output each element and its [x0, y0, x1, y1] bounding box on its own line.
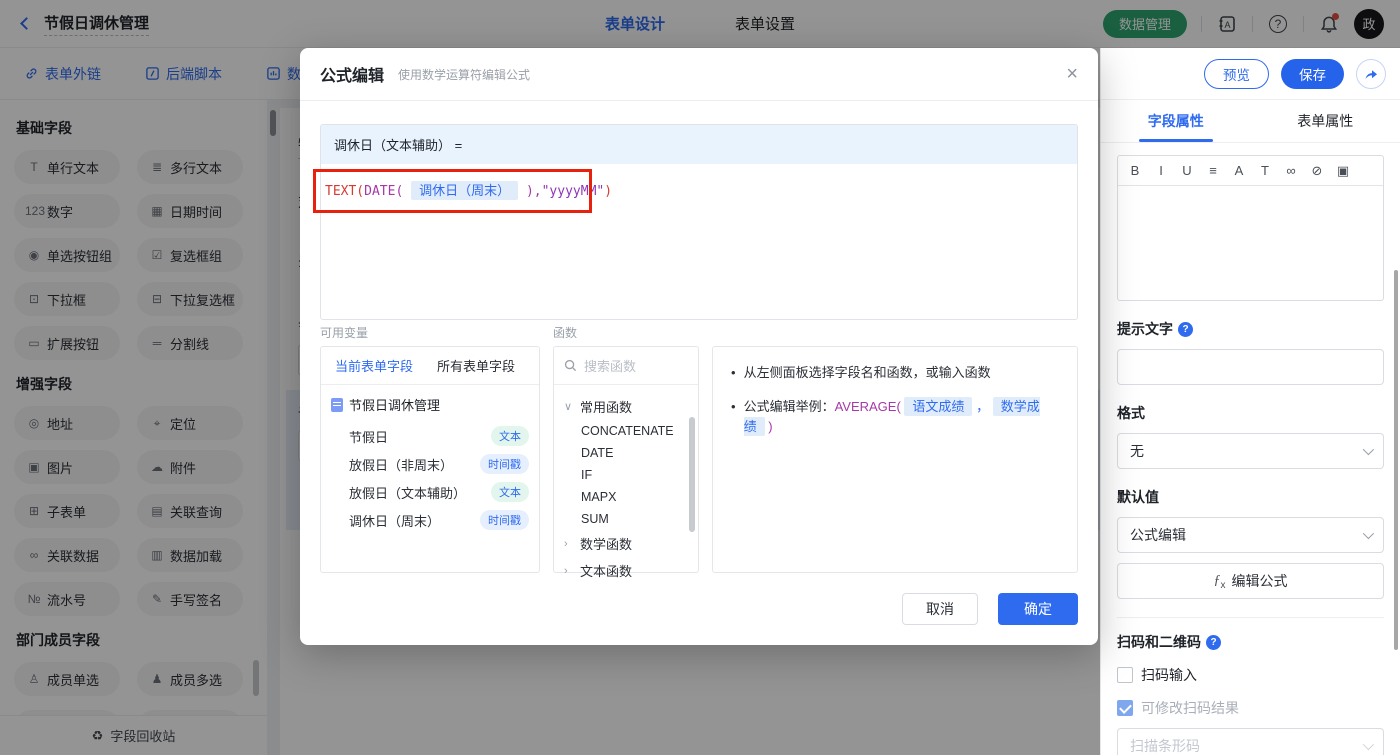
chevron-collapsed-icon: › [564, 564, 568, 577]
rich-toolbar-icon[interactable]: ▣ [1330, 163, 1356, 179]
function-item[interactable]: DATE [564, 442, 698, 464]
field-type-badge: 文本 [491, 426, 529, 446]
function-item[interactable]: SUM [564, 508, 698, 530]
variables-label: 可用变量 [320, 326, 369, 340]
default-value-select[interactable]: 公式编辑 [1117, 517, 1384, 553]
chevron-collapsed-icon: › [564, 537, 568, 550]
formula-expression[interactable]: TEXT(DATE( 调休日（周末） ),"yyyyMM") [325, 180, 612, 200]
hint-text-input[interactable] [1117, 349, 1384, 385]
variables-panel: 当前表单字段 所有表单字段 节假日调休管理 节假日 文本 放假日（非周末） 时间… [320, 346, 540, 573]
rich-toolbar-icon[interactable]: T [1252, 163, 1278, 178]
fx-icon: ƒx [1213, 573, 1226, 591]
formula-editor-modal: 公式编辑 使用数学运算符编辑公式 × 调休日（文本辅助） = TEXT(DATE… [300, 48, 1098, 645]
checkbox-icon [1117, 667, 1133, 683]
properties-tabs: 字段属性 表单属性 [1101, 100, 1400, 143]
form-doc-icon [331, 397, 343, 412]
function-item[interactable]: MAPX [564, 486, 698, 508]
barcode-select[interactable]: 扫描条形码 [1117, 728, 1384, 755]
function-group-math[interactable]: › 数学函数 [564, 530, 698, 557]
formula-editor[interactable]: 调休日（文本辅助） = [320, 124, 1078, 320]
modal-subtitle: 使用数学运算符编辑公式 [398, 67, 531, 82]
field-chip[interactable]: 调休日（周末） [411, 181, 519, 200]
field-type-badge: 时间戳 [480, 510, 529, 530]
field-type-badge: 文本 [491, 482, 529, 502]
tab-current-form-fields[interactable]: 当前表单字段 [335, 356, 413, 375]
modal-mask-top [0, 0, 1400, 48]
variable-field-row[interactable]: 节假日 文本 [331, 422, 531, 450]
checkbox-icon [1117, 700, 1133, 716]
hint-line-2: • 公式编辑举例：AVERAGE( 语文成绩 ， 数学成绩 ) [731, 397, 1040, 436]
default-value-label: 默认值 [1117, 489, 1159, 505]
tab-all-form-fields[interactable]: 所有表单字段 [437, 356, 515, 375]
rich-toolbar-icon[interactable]: ∞ [1278, 163, 1304, 178]
rich-toolbar-icon[interactable]: ≡ [1200, 163, 1226, 178]
form-actions: 预览 保存 [1101, 48, 1400, 100]
rich-toolbar-icon[interactable]: A [1226, 163, 1252, 178]
preview-button[interactable]: 预览 [1204, 58, 1269, 89]
rich-text-editor: B I U ≡ A T ∞ ⊘ ▣ [1117, 155, 1384, 301]
example-field-chip: 语文成绩 [904, 397, 973, 416]
cancel-button[interactable]: 取消 [902, 593, 978, 625]
variable-field-row[interactable]: 放假日（文本辅助） 文本 [331, 478, 531, 506]
search-icon [564, 359, 577, 372]
hint-text-label: 提示文字 ? [1117, 319, 1384, 339]
chevron-expanded-icon: ∨ [564, 401, 573, 413]
variable-field-row[interactable]: 调休日（周末） 时间戳 [331, 506, 531, 534]
divider [1117, 617, 1384, 618]
modal-header: 公式编辑 使用数学运算符编辑公式 × [300, 48, 1098, 101]
format-select[interactable]: 无 [1117, 433, 1384, 469]
rich-text-toolbar: B I U ≡ A T ∞ ⊘ ▣ [1118, 156, 1383, 186]
tab-form-properties[interactable]: 表单属性 [1251, 100, 1400, 142]
common-function-list: CONCATENATE DATE IF MAPX SUM [564, 420, 698, 530]
function-group-text[interactable]: › 文本函数 [564, 557, 698, 584]
variable-field-row[interactable]: 放假日（非周末） 时间戳 [331, 450, 531, 478]
question-icon[interactable]: ? [1206, 634, 1221, 650]
question-icon[interactable]: ? [1178, 321, 1193, 337]
tab-field-properties[interactable]: 字段属性 [1101, 100, 1251, 142]
function-item[interactable]: IF [564, 464, 698, 486]
form-node[interactable]: 节假日调休管理 [331, 395, 531, 414]
search-placeholder: 搜索函数 [584, 359, 637, 374]
confirm-button[interactable]: 确定 [998, 593, 1078, 625]
variables-tabs: 当前表单字段 所有表单字段 [321, 347, 539, 385]
rich-toolbar-icon[interactable]: ⊘ [1304, 163, 1330, 179]
function-item[interactable]: CONCATENATE [564, 420, 698, 442]
rich-toolbar-icon[interactable]: U [1174, 163, 1200, 178]
chevron-down-icon [1362, 738, 1375, 751]
chevron-down-icon [1362, 527, 1375, 540]
hint-line-1: • 从左侧面板选择字段名和函数，或输入函数 [731, 365, 991, 380]
properties-scrollbar[interactable] [1394, 270, 1398, 650]
functions-label: 函数 [553, 326, 578, 340]
share-button[interactable] [1356, 58, 1386, 89]
close-icon[interactable]: × [1066, 64, 1078, 84]
modal-title: 公式编辑 [320, 68, 385, 85]
field-type-badge: 时间戳 [480, 454, 529, 474]
rich-toolbar-icon[interactable]: I [1148, 163, 1174, 178]
properties-panel: 预览 保存 字段属性 表单属性 B I U ≡ A T ∞ ⊘ ▣ 提示文字 ? 格式 无 默认… [1100, 48, 1400, 755]
functions-panel: 搜索函数 ∨ 常用函数 CONCATENATE DATE IF MAPX SUM › 数… [553, 346, 699, 579]
checkbox-editable-scan-result[interactable]: 可修改扫码结果 [1117, 698, 1384, 718]
rich-toolbar-icon[interactable]: B [1122, 163, 1148, 178]
checkbox-scan-input[interactable]: 扫码输入 [1117, 665, 1384, 685]
functions-scrollbar[interactable] [689, 417, 695, 532]
formula-target-field: 调休日（文本辅助） = [321, 125, 1077, 164]
function-search[interactable]: 搜索函数 [554, 347, 698, 385]
save-button[interactable]: 保存 [1281, 58, 1344, 89]
edit-formula-button[interactable]: ƒx 编辑公式 [1117, 563, 1384, 599]
hint-panel: • 从左侧面板选择字段名和函数，或输入函数 • 公式编辑举例：AVERAGE( … [712, 346, 1078, 573]
rich-text-area[interactable] [1118, 186, 1383, 300]
scan-section-title: 扫码和二维码 ? [1117, 632, 1384, 652]
format-label: 格式 [1117, 405, 1145, 421]
variable-field-list: 节假日 文本 放假日（非周末） 时间戳 放假日（文本辅助） 文本 调休日（周末）… [331, 422, 531, 534]
chevron-down-icon [1362, 443, 1375, 456]
function-group-common[interactable]: ∨ 常用函数 [564, 393, 698, 420]
